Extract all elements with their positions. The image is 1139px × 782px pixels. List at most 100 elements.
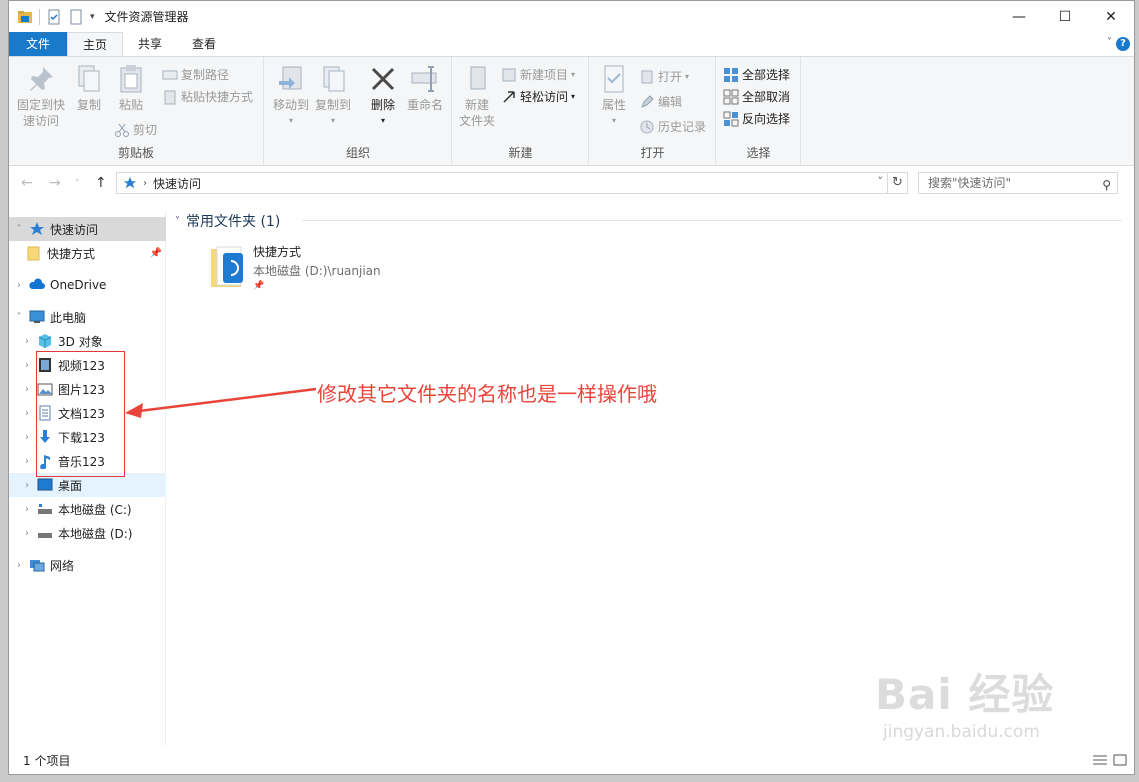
expand-arrow-icon[interactable]: ›	[20, 480, 34, 491]
search-placeholder: 搜索"快速访问"	[928, 176, 1012, 190]
easy-access-button[interactable]: 轻松访问 ▾	[501, 88, 575, 105]
delete-button[interactable]: 删除 ▾	[365, 63, 401, 129]
nav-item-drive-c[interactable]: › 本地磁盘 (C:)	[9, 497, 166, 521]
recent-locations-icon[interactable]: ˅	[75, 179, 80, 189]
expand-arrow-icon[interactable]: ›	[20, 528, 34, 539]
expand-arrow-icon[interactable]: ›	[12, 280, 26, 291]
file-explorer-window: ▾ 文件资源管理器 — ☐ ✕ 文件 主页 共享 查看 ˅ ? 固定到快 速访问…	[8, 0, 1135, 775]
delete-dropdown-icon: ▾	[380, 116, 385, 125]
paste-icon	[120, 65, 142, 93]
properties-button[interactable]: 属性 ▾	[594, 63, 634, 129]
drive-icon	[38, 504, 52, 514]
organize-group: 移动到 ▾ 复制到 ▾ 删除 ▾ 重命名 组织	[265, 57, 452, 165]
address-dropdown-icon[interactable]: ˅	[878, 175, 884, 188]
select-all-button[interactable]: 全部选择	[723, 66, 790, 83]
nav-label: 桌面	[58, 478, 83, 493]
tab-file[interactable]: 文件	[9, 32, 68, 56]
search-input[interactable]: 搜索"快速访问" ⚲	[918, 172, 1118, 194]
copy-button[interactable]: 复制	[69, 63, 109, 113]
move-to-button[interactable]: 移动到 ▾	[269, 63, 313, 129]
breadcrumb-chevron-icon: ›	[143, 177, 147, 189]
folder-item-shortcut[interactable]: 快捷方式 本地磁盘 (D:)\ruanjian 📌	[209, 243, 381, 291]
expand-arrow-icon[interactable]: ›	[20, 408, 34, 419]
expand-arrow-icon[interactable]: ›	[20, 336, 34, 347]
new-item-button[interactable]: 新建项目 ▾	[501, 66, 575, 83]
search-icon: ⚲	[1102, 178, 1111, 192]
window-controls: — ☐ ✕	[996, 1, 1134, 32]
maximize-button[interactable]: ☐	[1042, 1, 1088, 32]
folder-icon	[27, 246, 40, 261]
collapse-arrow-icon[interactable]: ˅	[12, 312, 26, 323]
back-arrow-icon[interactable]: ←	[21, 175, 33, 191]
large-icons-view-icon[interactable]	[1112, 754, 1128, 766]
expand-arrow-icon[interactable]: ›	[20, 360, 34, 371]
pin-to-quick-access-button[interactable]: 固定到快 速访问	[15, 63, 67, 129]
cloud-icon	[29, 278, 45, 289]
frequent-folders-header[interactable]: ˅ 常用文件夹 (1)	[175, 211, 280, 231]
computer-icon	[29, 310, 45, 323]
up-arrow-icon[interactable]: ↑	[95, 175, 107, 191]
select-none-button[interactable]: 全部取消	[723, 88, 790, 105]
paste-shortcut-button[interactable]: 粘贴快捷方式	[162, 88, 253, 105]
copy-path-button[interactable]: 复制路径	[162, 66, 229, 83]
rename-button[interactable]: 重命名	[403, 63, 447, 113]
tab-share[interactable]: 共享	[123, 32, 177, 56]
select-all-label: 全部选择	[742, 68, 791, 82]
nav-item-quick-access[interactable]: ˅ 快速访问	[9, 217, 166, 241]
collapse-arrow-icon[interactable]: ˅	[12, 224, 26, 235]
expand-arrow-icon[interactable]: ›	[20, 456, 34, 467]
folder-path: 本地磁盘 (D:)\ruanjian	[253, 264, 381, 278]
minimize-button[interactable]: —	[996, 1, 1042, 32]
expand-arrow-icon[interactable]: ›	[12, 560, 26, 571]
nav-item-3d-objects[interactable]: › 3D 对象	[9, 329, 166, 353]
details-view-icon[interactable]	[1092, 754, 1108, 766]
invert-selection-button[interactable]: 反向选择	[723, 110, 790, 127]
expand-arrow-icon[interactable]: ›	[20, 384, 34, 395]
history-label: 历史记录	[658, 120, 707, 134]
forward-arrow-icon[interactable]: →	[49, 175, 61, 191]
new-item-dropdown-icon: ▾	[571, 70, 576, 79]
history-button[interactable]: 历史记录	[639, 118, 706, 135]
open-button[interactable]: 打开 ▾	[639, 68, 689, 85]
new-folder-button[interactable]: 新建 文件夹	[455, 63, 499, 129]
tab-home[interactable]: 主页	[67, 32, 124, 56]
expand-arrow-icon[interactable]: ›	[20, 432, 34, 443]
nav-label: 网络	[50, 558, 75, 573]
copy-path-label: 复制路径	[181, 68, 230, 82]
new-item-label: 新建项目	[520, 68, 569, 82]
watermark-logo-text: Bai 经验	[875, 670, 1055, 719]
nav-item-onedrive[interactable]: › OneDrive	[9, 273, 166, 297]
tab-view[interactable]: 查看	[177, 32, 231, 56]
nav-item-drive-d[interactable]: › 本地磁盘 (D:)	[9, 521, 166, 545]
expand-ribbon-icon[interactable]: ˅	[1107, 37, 1112, 48]
new-folder-icon[interactable]	[68, 9, 84, 25]
paste-shortcut-icon	[164, 90, 176, 104]
collapse-group-icon[interactable]: ˅	[175, 216, 180, 227]
help-icon[interactable]: ?	[1116, 37, 1130, 51]
properties-dropdown-icon: ▾	[611, 116, 616, 125]
edit-button[interactable]: 编辑	[639, 93, 682, 110]
copy-to-button[interactable]: 复制到 ▾	[311, 63, 355, 129]
address-bar[interactable]: › 快速访问 ˅	[116, 172, 888, 194]
cut-button[interactable]: 剪切	[114, 121, 157, 138]
folder-name: 快捷方式	[253, 245, 302, 259]
nav-item-shortcut[interactable]: 快捷方式 📌	[9, 241, 166, 265]
close-button[interactable]: ✕	[1088, 1, 1134, 32]
expand-arrow-icon[interactable]: ›	[20, 504, 34, 515]
pin-to-quick-access-label: 固定到快 速访问	[16, 98, 65, 128]
watermark-url: jingyan.baidu.com	[883, 722, 1040, 742]
select-group: 全部选择 全部取消 反向选择 选择	[717, 57, 801, 165]
refresh-button[interactable]: ↻	[888, 172, 908, 194]
nav-item-this-pc[interactable]: ˅ 此电脑	[9, 305, 166, 329]
edit-label: 编辑	[658, 95, 683, 109]
select-all-icon	[724, 67, 738, 82]
navigation-pane: ˅ 快速访问 快捷方式 📌 › OneDrive ˅ 此电脑 › 3D 对象 ›	[9, 211, 166, 746]
properties-check-icon[interactable]	[46, 9, 62, 25]
new-folder-label: 新建 文件夹	[458, 98, 495, 128]
paste-button[interactable]: 粘贴	[111, 63, 151, 113]
nav-item-network[interactable]: › 网络	[9, 553, 166, 577]
nav-label: 快速访问	[50, 222, 99, 237]
customize-toolbar-dropdown-icon[interactable]: ▾	[90, 12, 95, 22]
nav-label: 此电脑	[50, 310, 87, 325]
address-path[interactable]: 快速访问	[153, 175, 201, 192]
